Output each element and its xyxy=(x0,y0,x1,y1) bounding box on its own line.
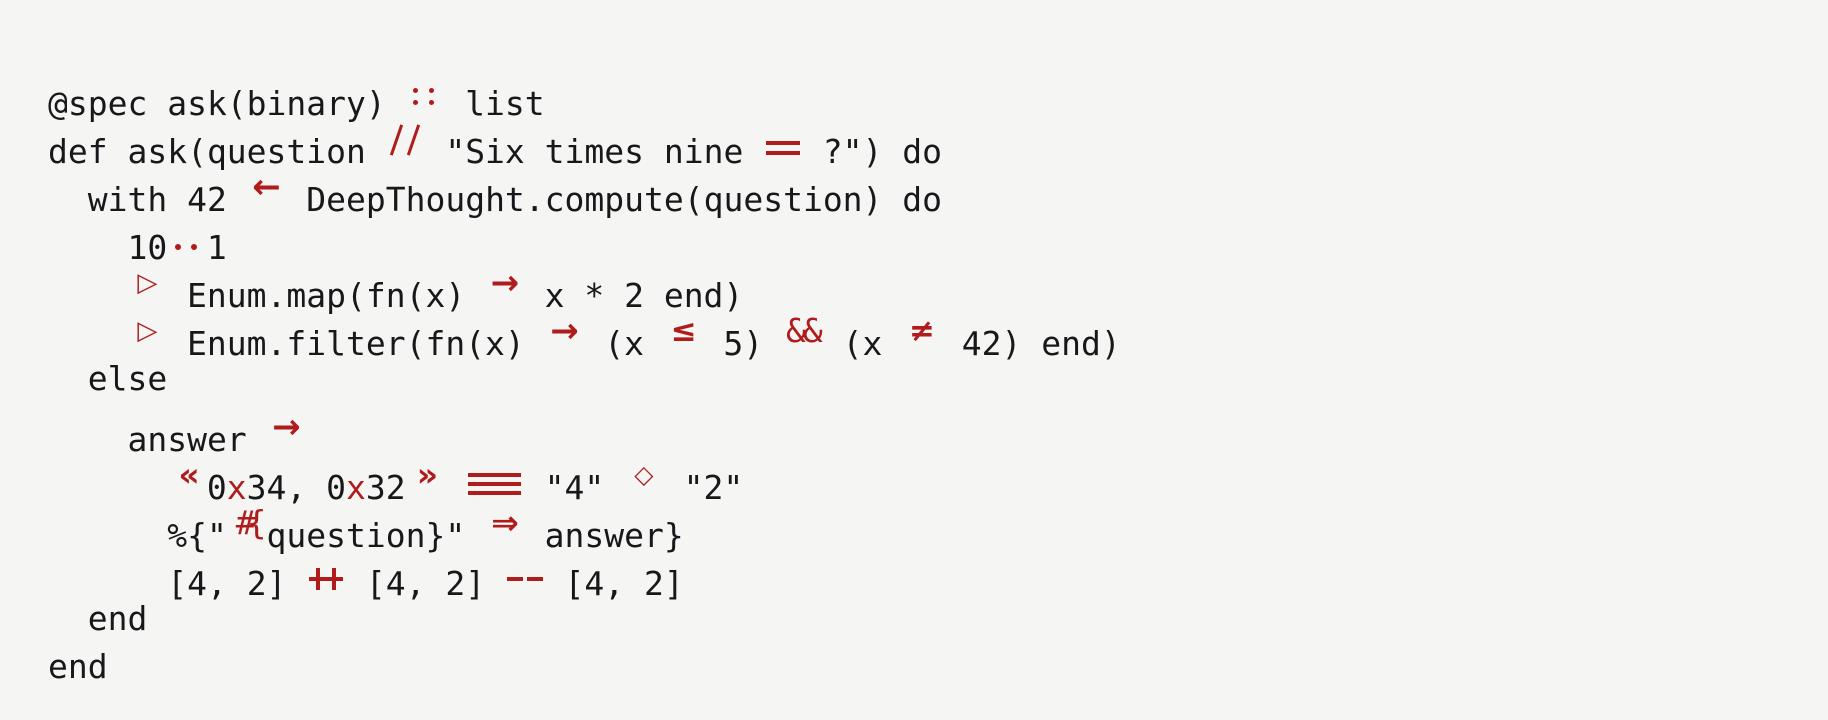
code-text: end xyxy=(48,647,108,686)
operator-ligature-ampamp: && xyxy=(785,311,823,350)
code-text: [4, 2] xyxy=(544,564,684,603)
operator-ligature-rarrow: → xyxy=(272,407,301,447)
code-line: [4, 2] [4, 2] [4, 2] xyxy=(48,547,1828,603)
operator-ligature-pipe: ▷ xyxy=(137,268,158,298)
code-text: [4, 2] xyxy=(167,564,307,603)
code-line: end xyxy=(48,643,1828,691)
code-text: (x xyxy=(822,324,903,363)
operator-ligature-dotdot xyxy=(167,211,207,259)
code-text: Enum.filter(fn(x) xyxy=(167,324,545,363)
operator-ligature-ltlt: « xyxy=(178,455,199,494)
code-line: @spec ask(binary) list xyxy=(48,67,1828,123)
code-line: %{" #{question}" ⇒ answer} xyxy=(48,499,1828,555)
operator-ligature-eqeq xyxy=(763,115,803,163)
code-line: ▷ Enum.filter(fn(x) → (x ≤ 5) && (x ≠ 42… xyxy=(48,307,1828,363)
code-line: answer → xyxy=(48,403,1828,459)
operator-ligature-dashdash xyxy=(505,547,545,595)
operator-ligature-eqeqeq xyxy=(465,451,525,499)
operator-ligature-le: ≤ xyxy=(670,313,697,349)
code-sample-surface: @spec ask(binary) list def ask(question "… xyxy=(0,0,1828,720)
operator-ligature-rarrow: → xyxy=(550,311,579,351)
code-block[interactable]: @spec ask(binary) list def ask(question "… xyxy=(48,67,1828,691)
code-line: «0x34, 0x32» "4" ◇ "2" xyxy=(48,451,1828,507)
code-line: def ask(question "Six times nine ?") do xyxy=(48,115,1828,171)
operator-ligature-plusplus xyxy=(306,547,346,595)
code-line: ▷ Enum.map(fn(x) → x * 2 end) xyxy=(48,259,1828,315)
code-line: with 42 ← DeepThought.compute(question) … xyxy=(48,163,1828,219)
operator-ligature-colcol xyxy=(406,67,446,115)
operator-ligature-gtgt: » xyxy=(416,455,438,494)
code-text: else xyxy=(87,359,168,398)
code-text: 5) xyxy=(703,324,784,363)
operator-ligature-rarrow: → xyxy=(490,263,520,303)
code-line: end xyxy=(48,595,1828,643)
operator-ligature-pipe: ▷ xyxy=(137,316,158,346)
code-text: 42) end) xyxy=(941,324,1121,363)
code-text: (x xyxy=(584,324,664,363)
code-text: end xyxy=(87,599,148,638)
operator-ligature-interp: #{ xyxy=(235,503,267,542)
code-text: [4, 2] xyxy=(345,564,505,603)
operator-ligature-ne: ≠ xyxy=(909,313,936,349)
operator-ligature-larrow: ← xyxy=(252,167,281,207)
operator-ligature-bsbs xyxy=(386,115,426,163)
operator-ligature-diamond: ◇ xyxy=(634,460,654,489)
operator-ligature-darrow: ⇒ xyxy=(491,503,519,542)
code-text: DeepThought.compute(question) do xyxy=(286,180,943,219)
